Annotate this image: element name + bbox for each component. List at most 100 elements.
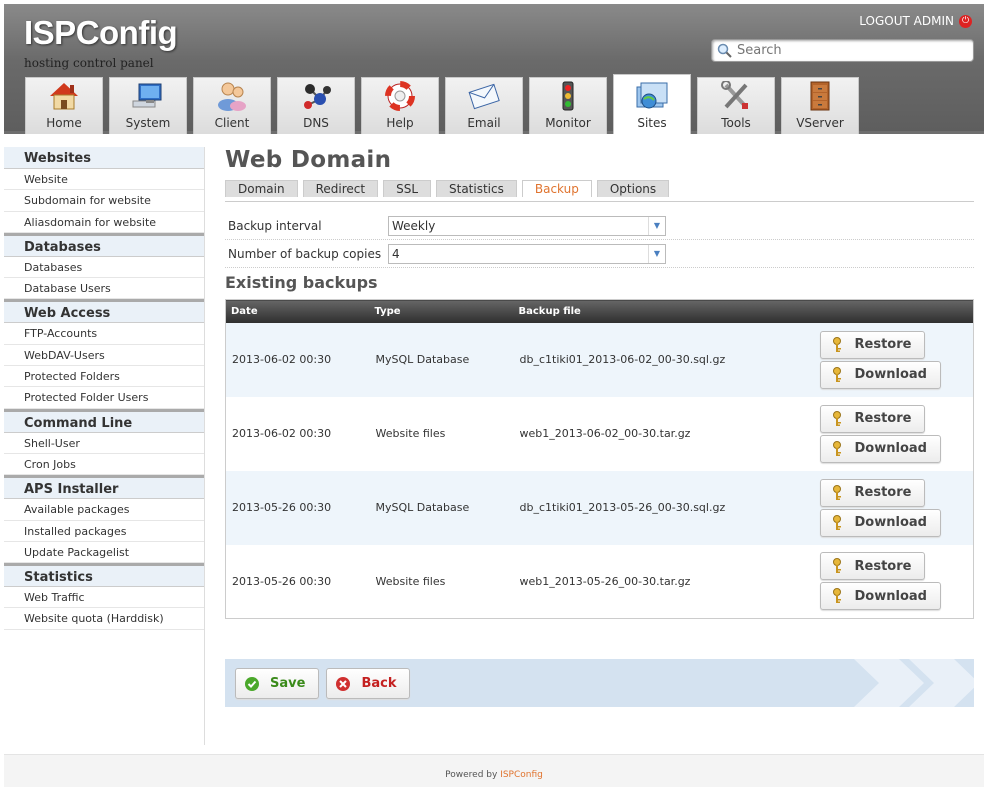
nav-tab-label: Sites	[637, 116, 667, 130]
backup-copies-label: Number of backup copies	[228, 247, 382, 261]
tab-backup[interactable]: Backup	[521, 180, 592, 197]
sidebar-item-update-packagelist[interactable]: Update Packagelist	[4, 542, 204, 564]
sidebar-item-website-quota[interactable]: Website quota (Harddisk)	[4, 608, 204, 630]
sidebar-group-title: Statistics	[4, 563, 204, 588]
nav-tab-label: VServer	[796, 116, 844, 130]
restore-label: Restore	[854, 411, 912, 426]
tagline: hosting control panel	[24, 56, 154, 70]
save-label: Save	[270, 676, 306, 691]
tab-domain[interactable]: Domain	[225, 180, 298, 197]
nav-tab-client[interactable]: Client	[193, 77, 271, 134]
backup-file: db_c1tiki01_2013-06-02_00-30.sql.gz	[513, 322, 814, 397]
backup-actions: Restore Download	[813, 544, 974, 619]
main-nav: Home System Client DNS Help Email Monito…	[25, 74, 859, 134]
key-icon	[829, 514, 845, 531]
search-icon	[717, 43, 732, 58]
backup-date: 2013-05-26 00:30	[225, 470, 370, 545]
nav-tab-label: Monitor	[545, 116, 591, 130]
backup-date: 2013-06-02 00:30	[225, 396, 370, 471]
nav-tab-sites[interactable]: Sites	[613, 74, 691, 134]
restore-button[interactable]: Restore	[819, 478, 926, 507]
download-button[interactable]: Download	[819, 508, 941, 537]
download-label: Download	[854, 588, 927, 604]
restore-label: Restore	[854, 558, 912, 574]
tools-icon	[719, 80, 753, 112]
nav-tab-email[interactable]: Email	[445, 77, 523, 134]
backup-type: Website files	[369, 396, 514, 471]
sidebar-item-installed-packages[interactable]: Installed packages	[4, 521, 204, 542]
main-content: Web Domain Domain Redirect SSL Statistic…	[225, 147, 974, 619]
power-icon: ⏻	[959, 14, 972, 28]
restore-button[interactable]: Restore	[819, 552, 926, 581]
envelope-icon	[467, 80, 501, 112]
nav-tab-home[interactable]: Home	[25, 77, 103, 134]
backup-interval-select[interactable]: Weekly ▼	[388, 216, 666, 236]
key-icon	[829, 588, 845, 604]
restore-button[interactable]: Restore	[819, 404, 926, 433]
sidebar-item-shell-user[interactable]: Shell-User	[4, 433, 204, 454]
download-button[interactable]: Download	[819, 434, 941, 463]
backup-interval-row: Backup interval Weekly ▼	[225, 213, 974, 240]
save-button[interactable]: Save	[235, 668, 320, 699]
tab-ssl[interactable]: SSL	[383, 180, 431, 197]
page-title: Web Domain	[225, 147, 392, 173]
app-window: ISPConfig hosting control panel LOGOUT A…	[4, 4, 984, 787]
lifebuoy-icon	[383, 80, 417, 112]
action-bar: Save Back	[225, 659, 974, 707]
tab-options[interactable]: Options	[596, 180, 670, 197]
sidebar-item-aliasdomain[interactable]: Aliasdomain for website	[4, 212, 204, 233]
backup-actions: Restore Download	[813, 470, 974, 545]
sidebar-item-web-traffic[interactable]: Web Traffic	[4, 587, 204, 609]
sidebar: Websites Website Subdomain for website A…	[4, 147, 205, 745]
sidebar-item-protected-folders[interactable]: Protected Folders	[4, 366, 204, 388]
tab-statistics[interactable]: Statistics	[436, 180, 517, 197]
sidebar-item-ftp-accounts[interactable]: FTP-Accounts	[4, 323, 204, 345]
nav-tab-system[interactable]: System	[109, 77, 187, 134]
backups-table: Date Type Backup file 2013-06-02 00:30 M…	[225, 299, 974, 619]
back-button[interactable]: Back	[326, 668, 411, 699]
logout-link[interactable]: LOGOUT ADMIN ⏻	[859, 14, 972, 28]
checkmark-icon	[244, 676, 260, 692]
backup-type: Website files	[369, 544, 514, 619]
sidebar-item-available-packages[interactable]: Available packages	[4, 499, 204, 521]
sidebar-group-aps-installer: APS Installer Available packages Install…	[4, 475, 204, 564]
nav-tab-tools[interactable]: Tools	[697, 77, 775, 134]
sidebar-item-protected-folder-users[interactable]: Protected Folder Users	[4, 387, 204, 409]
download-button[interactable]: Download	[819, 360, 941, 389]
nav-tab-monitor[interactable]: Monitor	[529, 77, 607, 134]
sidebar-item-webdav-users[interactable]: WebDAV-Users	[4, 345, 204, 367]
sidebar-group-title: Databases	[4, 232, 204, 257]
key-icon	[829, 366, 845, 383]
footer: Powered by ISPConfig	[4, 754, 984, 787]
sidebar-group-statistics: Statistics Web Traffic Website quota (Ha…	[4, 563, 204, 630]
nav-tab-vserver[interactable]: VServer	[781, 77, 859, 134]
search-input[interactable]	[737, 43, 957, 58]
backup-copies-select[interactable]: 4 ▼	[388, 244, 666, 264]
tab-redirect[interactable]: Redirect	[302, 180, 379, 197]
header: ISPConfig hosting control panel LOGOUT A…	[4, 4, 984, 134]
sidebar-item-databases[interactable]: Databases	[4, 257, 204, 279]
backup-file: db_c1tiki01_2013-05-26_00-30.sql.gz	[513, 470, 814, 545]
search-box[interactable]	[711, 39, 974, 62]
column-header-actions	[813, 299, 974, 323]
sidebar-group-databases: Databases Databases Database Users	[4, 232, 204, 300]
backup-type: MySQL Database	[369, 322, 514, 397]
key-icon	[829, 336, 845, 353]
sidebar-item-database-users[interactable]: Database Users	[4, 278, 204, 300]
column-header-type: Type	[369, 299, 514, 323]
nav-tab-help[interactable]: Help	[361, 77, 439, 134]
sidebar-group-title: Command Line	[4, 408, 204, 433]
nav-tab-dns[interactable]: DNS	[277, 77, 355, 134]
download-button[interactable]: Download	[819, 582, 941, 611]
footer-brand-link[interactable]: ISPConfig	[500, 770, 543, 780]
sidebar-item-subdomain[interactable]: Subdomain for website	[4, 190, 204, 212]
backup-date: 2013-06-02 00:30	[225, 322, 370, 397]
logout-label: LOGOUT ADMIN	[859, 14, 954, 28]
chevron-arrows-icon	[854, 659, 974, 707]
footer-prefix: Powered by	[445, 770, 498, 780]
sidebar-item-cron-jobs[interactable]: Cron Jobs	[4, 454, 204, 476]
restore-button[interactable]: Restore	[819, 330, 926, 359]
sidebar-item-website[interactable]: Website	[4, 169, 204, 191]
key-icon	[829, 484, 845, 501]
form-tabs: Domain Redirect SSL Statistics Backup Op…	[225, 180, 974, 202]
